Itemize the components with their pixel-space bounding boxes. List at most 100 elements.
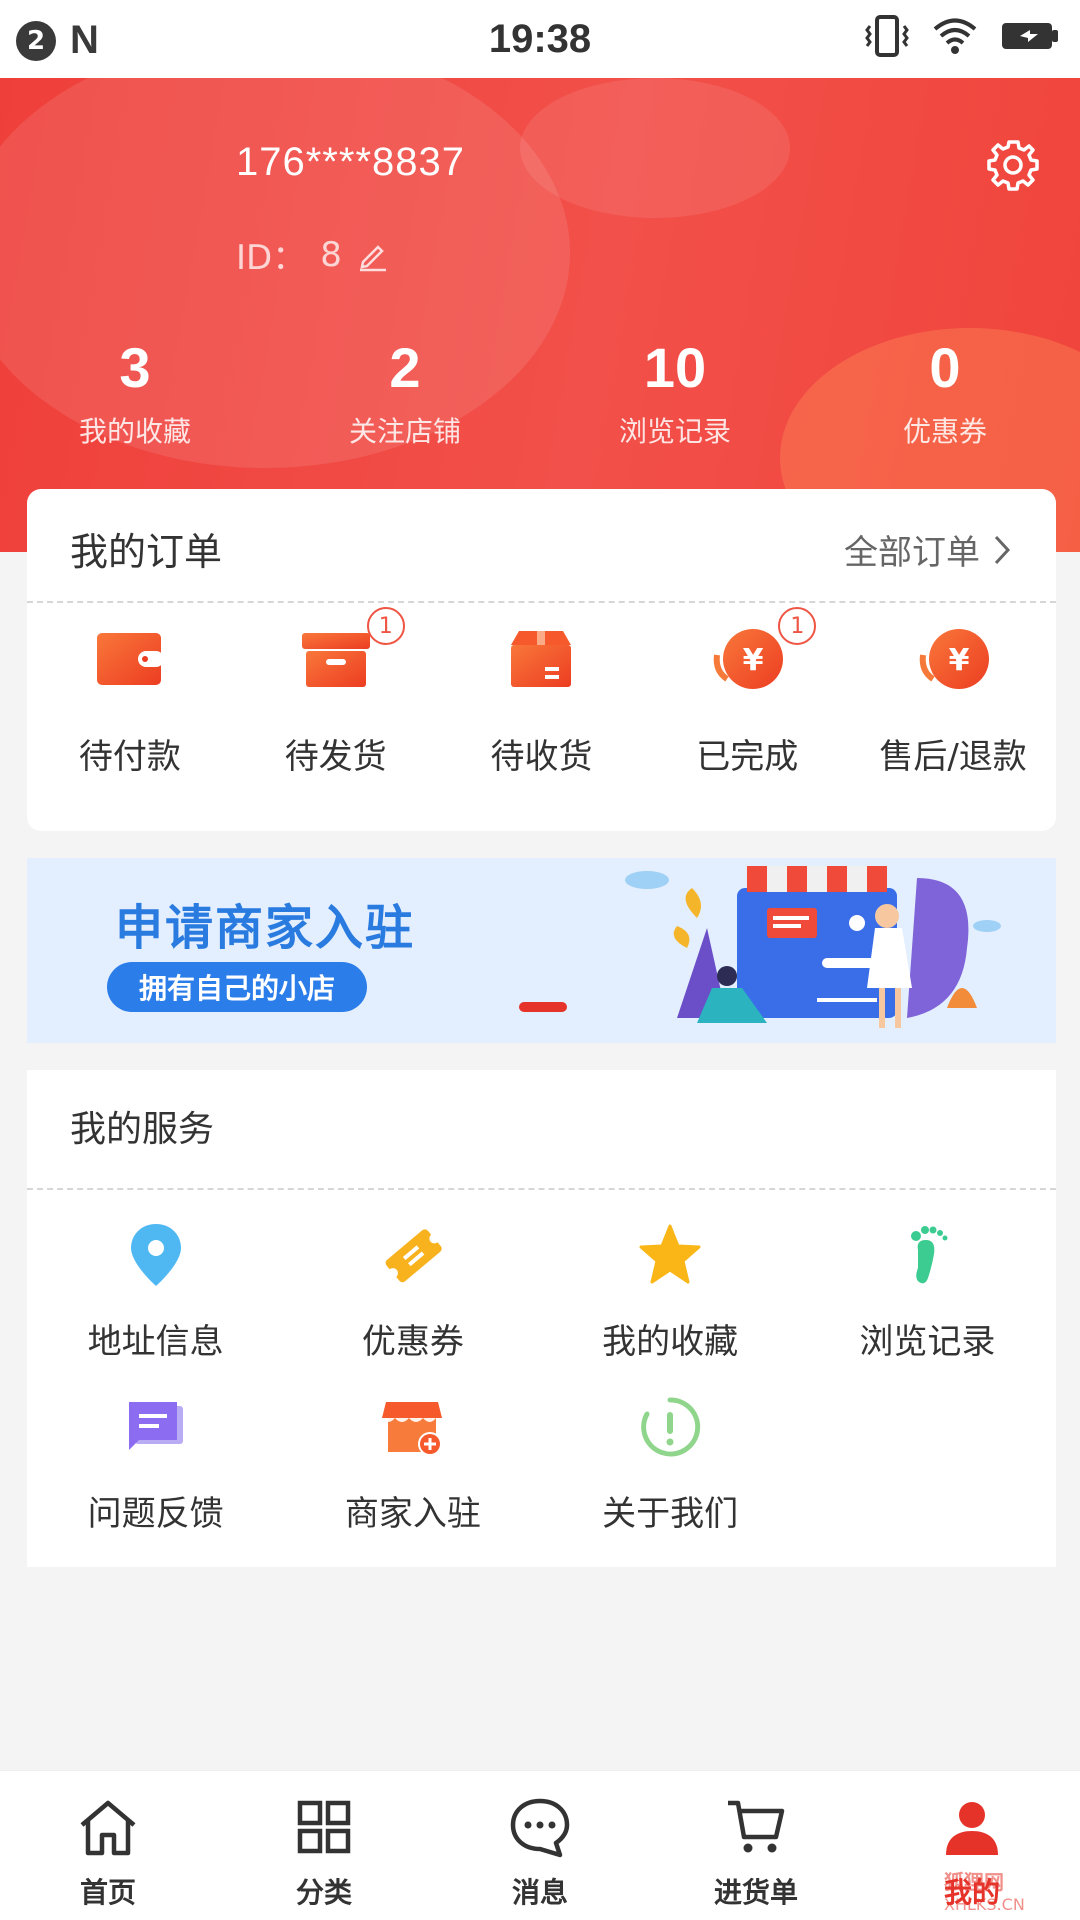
service-feedback[interactable]: 问题反馈 bbox=[27, 1392, 284, 1564]
service-label: 问题反馈 bbox=[87, 1494, 224, 1534]
nav-category[interactable]: 分类 bbox=[216, 1771, 432, 1920]
nav-messages[interactable]: 消息 bbox=[432, 1771, 648, 1920]
status-bar: 2 N 19:38 bbox=[0, 0, 1080, 78]
stat-favorites[interactable]: 3 我的收藏 bbox=[0, 340, 270, 450]
chat-icon bbox=[510, 1798, 570, 1858]
user-phone[interactable]: 176****8837 bbox=[236, 140, 465, 185]
stat-label: 浏览记录 bbox=[618, 415, 731, 448]
service-label: 浏览记录 bbox=[859, 1322, 996, 1362]
service-browse-history[interactable]: 浏览记录 bbox=[799, 1220, 1056, 1392]
stat-label: 优惠券 bbox=[902, 415, 987, 448]
location-pin-icon bbox=[130, 1224, 181, 1286]
service-address[interactable]: 地址信息 bbox=[27, 1220, 284, 1392]
vibrate-icon bbox=[865, 15, 909, 57]
info-icon bbox=[641, 1397, 701, 1457]
my-orders-card: 我的订单 全部订单 待付款 1 待发货 待收货 ¥ 1 已完成 ¥ 售后/退款 bbox=[27, 489, 1056, 831]
order-count-badge: 1 bbox=[778, 607, 817, 645]
order-pending-shipment[interactable]: 1 待发货 bbox=[233, 607, 439, 778]
all-orders-link[interactable]: 全部订单 bbox=[844, 525, 1012, 574]
order-status-label: 已完成 bbox=[696, 737, 799, 777]
settings-gear-icon[interactable] bbox=[986, 138, 1040, 192]
box-icon bbox=[301, 633, 370, 687]
merchant-apply-banner[interactable]: 申请商家入驻 拥有自己的小店 bbox=[27, 858, 1056, 1043]
user-icon bbox=[946, 1802, 998, 1855]
service-merchant-join[interactable]: 商家入驻 bbox=[284, 1392, 541, 1564]
watermark-name: 狐狸网 bbox=[944, 1870, 1004, 1894]
stats-row: 3 我的收藏 2 关注店铺 10 浏览记录 0 优惠券 bbox=[0, 340, 1080, 450]
stat-coupons[interactable]: 0 优惠券 bbox=[810, 340, 1080, 450]
service-label: 优惠券 bbox=[361, 1322, 464, 1362]
bottom-nav: 首页 分类 消息 进货单 我的 bbox=[0, 1770, 1080, 1920]
header-decoration bbox=[520, 78, 790, 218]
service-label: 关于我们 bbox=[602, 1494, 739, 1534]
carousel-indicator bbox=[519, 1002, 567, 1012]
grid-icon bbox=[297, 1800, 351, 1854]
service-about-us[interactable]: 关于我们 bbox=[542, 1392, 799, 1564]
divider bbox=[27, 1188, 1056, 1190]
service-coupons[interactable]: 优惠券 bbox=[284, 1220, 541, 1392]
home-icon bbox=[80, 1800, 136, 1856]
nav-label: 消息 bbox=[511, 1876, 568, 1909]
nav-home[interactable]: 首页 bbox=[0, 1771, 216, 1920]
status-time: 19:38 bbox=[488, 16, 592, 61]
status-left: 2 N bbox=[16, 18, 99, 63]
services-title: 我的服务 bbox=[70, 1109, 215, 1150]
wallet-icon bbox=[96, 633, 164, 685]
orders-title: 我的订单 bbox=[70, 530, 223, 574]
order-completed[interactable]: ¥ 1 已完成 bbox=[644, 607, 850, 778]
cart-icon bbox=[728, 1800, 785, 1853]
nav-label: 进货单 bbox=[713, 1876, 798, 1909]
service-favorites[interactable]: 我的收藏 bbox=[542, 1220, 799, 1392]
user-id-line: ID： 8 bbox=[236, 230, 390, 279]
user-id-label: ID： bbox=[236, 238, 307, 278]
order-count-badge: 1 bbox=[366, 607, 405, 645]
order-status-label: 待发货 bbox=[284, 737, 387, 777]
all-orders-label: 全部订单 bbox=[844, 533, 980, 573]
watermark-domain: XHLKS.CN bbox=[944, 1895, 1025, 1914]
yuan-coin-icon: ¥ bbox=[714, 629, 784, 689]
svg-text:¥: ¥ bbox=[949, 643, 970, 678]
edit-pencil-icon[interactable] bbox=[356, 238, 390, 272]
site-watermark: 狐狸网 XHLKS.CN bbox=[944, 1866, 1025, 1914]
notification-count-badge: 2 bbox=[16, 20, 56, 61]
status-right bbox=[864, 14, 1060, 58]
stat-followed-shops[interactable]: 2 关注店铺 bbox=[270, 340, 540, 450]
stat-label: 我的收藏 bbox=[78, 415, 191, 448]
footprint-icon bbox=[911, 1226, 948, 1284]
order-status-label: 待付款 bbox=[78, 737, 181, 777]
stat-value: 10 bbox=[643, 336, 707, 399]
services-grid: 地址信息 优惠券 我的收藏 浏览记录 问题反馈 商家入驻 关于我们 bbox=[27, 1220, 1056, 1564]
service-label: 商家入驻 bbox=[344, 1494, 481, 1534]
order-pending-payment[interactable]: 待付款 bbox=[27, 619, 233, 778]
nav-label: 首页 bbox=[79, 1876, 136, 1909]
battery-charging-icon bbox=[1002, 23, 1058, 49]
chevron-right-icon bbox=[994, 535, 1011, 564]
service-label: 地址信息 bbox=[87, 1322, 224, 1362]
order-pending-receipt[interactable]: 待收货 bbox=[439, 619, 645, 778]
stat-value: 2 bbox=[389, 336, 421, 399]
user-id-value: 8 bbox=[320, 234, 342, 275]
order-status-label: 待收货 bbox=[490, 737, 593, 777]
order-status-row: 待付款 1 待发货 待收货 ¥ 1 已完成 ¥ 售后/退款 bbox=[27, 607, 1056, 778]
star-icon bbox=[639, 1224, 701, 1284]
banner-title: 申请商家入驻 bbox=[115, 900, 416, 956]
package-icon bbox=[511, 631, 572, 687]
stat-browse-history[interactable]: 10 浏览记录 bbox=[540, 340, 810, 450]
profile-header: 176****8837 ID： 8 3 我的收藏 2 关注店铺 10 浏览记录 … bbox=[0, 78, 1080, 552]
banner-subtitle: 拥有自己的小店 bbox=[107, 962, 368, 1012]
refund-coin-icon: ¥ bbox=[919, 629, 990, 689]
feedback-icon bbox=[128, 1402, 183, 1450]
order-after-sales[interactable]: ¥ 售后/退款 bbox=[850, 619, 1056, 778]
store-add-icon bbox=[381, 1402, 442, 1456]
order-status-label: 售后/退款 bbox=[879, 737, 1027, 777]
my-services-card: 我的服务 地址信息 优惠券 我的收藏 浏览记录 问题反馈 商家入驻 关于我们 bbox=[27, 1070, 1056, 1567]
stat-value: 3 bbox=[119, 336, 151, 399]
ticket-icon bbox=[385, 1229, 442, 1283]
shop-illustration bbox=[625, 866, 1001, 1028]
svg-text:¥: ¥ bbox=[743, 643, 764, 678]
wifi-icon bbox=[933, 18, 977, 54]
nav-cart[interactable]: 进货单 bbox=[648, 1771, 864, 1920]
divider bbox=[27, 601, 1056, 603]
service-label: 我的收藏 bbox=[602, 1322, 739, 1362]
stat-value: 0 bbox=[929, 336, 961, 399]
